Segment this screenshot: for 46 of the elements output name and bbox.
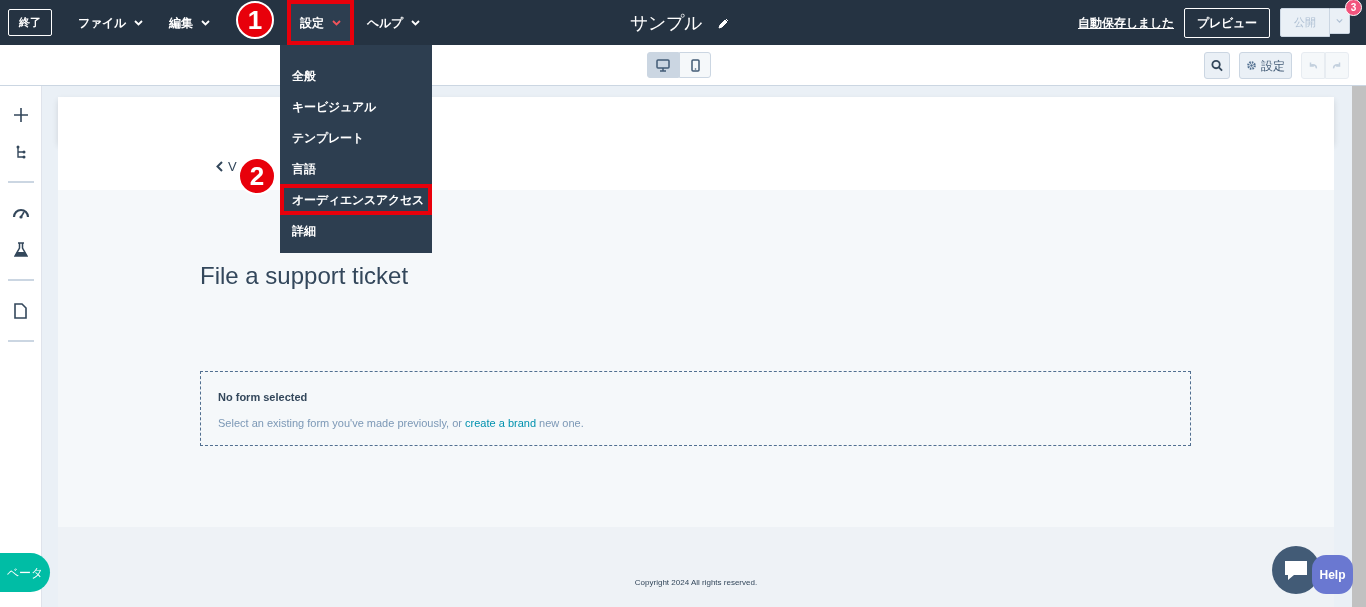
tree-icon[interactable] (14, 144, 27, 159)
form-title: No form selected (218, 390, 309, 405)
preview-button[interactable]: プレビュー (1184, 7, 1270, 38)
desktop-icon (656, 58, 670, 72)
menu-button[interactable]: 編集 (156, 0, 223, 45)
page-heading: File a support ticket (200, 261, 410, 291)
copyright-text: Copyright 2024 All rights reserved. (634, 577, 758, 589)
menu-button[interactable]: ファイル (65, 0, 156, 45)
settings-button[interactable]: 設定 (1239, 52, 1292, 79)
caret-icon (134, 19, 143, 26)
pencil-icon[interactable] (718, 18, 729, 29)
form-description: Select an existing form you've made previously, or create a brand new one. (218, 415, 585, 431)
caret-icon (411, 19, 420, 26)
document-icon[interactable] (14, 302, 27, 319)
dropdown-item[interactable]: テンプレート (280, 122, 432, 153)
create-form-link[interactable]: create a brand (465, 416, 536, 429)
undo-icon (1308, 60, 1318, 71)
caret-icon (201, 19, 210, 26)
autosave-link[interactable]: 自動保存しました (1078, 13, 1174, 32)
back-link[interactable]: V (216, 156, 237, 177)
device-toggle[interactable] (647, 52, 679, 78)
notification-badge: 3 (1345, 0, 1362, 17)
caret-icon (332, 19, 341, 26)
back-link-text: V (228, 157, 237, 176)
dropdown-item[interactable]: オーディエンスアクセス (280, 184, 432, 215)
search-icon (1211, 59, 1223, 72)
redo-icon (1332, 60, 1342, 71)
caret-icon (1336, 18, 1343, 25)
gear-icon (1246, 60, 1257, 71)
add-icon[interactable] (12, 106, 29, 123)
scrollbar[interactable] (1352, 86, 1366, 607)
gauge-icon[interactable] (11, 206, 30, 219)
page-title: サンプル (630, 12, 702, 35)
dropdown-item[interactable]: 言語 (280, 153, 432, 184)
publish-menu-button[interactable] (1330, 8, 1350, 35)
flask-icon[interactable] (13, 242, 28, 257)
phone-icon (690, 58, 700, 72)
dropdown-item[interactable]: キービジュアル (280, 91, 432, 122)
menu-button[interactable]: ヘルプ (354, 0, 433, 45)
menu-button[interactable]: 設定 (287, 0, 354, 45)
device-toggle[interactable] (679, 52, 711, 78)
chevron-left-icon (216, 161, 223, 172)
dropdown-item[interactable]: 詳細 (280, 215, 432, 246)
exit-button[interactable]: 終了 (8, 9, 52, 36)
dropdown-item[interactable]: 全般 (280, 60, 432, 91)
search-button[interactable] (1204, 52, 1230, 79)
